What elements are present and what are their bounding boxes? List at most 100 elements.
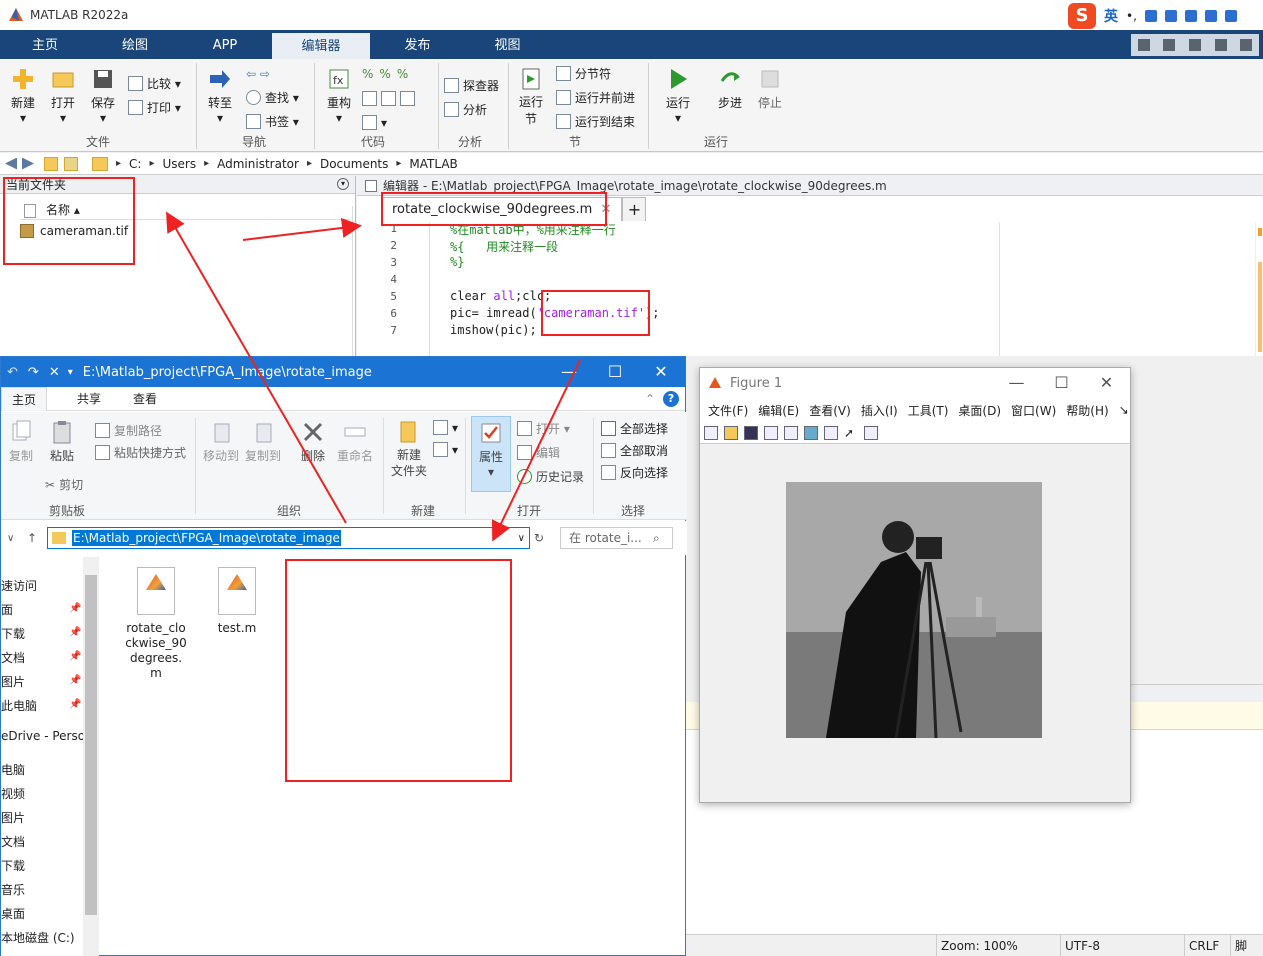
nav-item[interactable]: 此电脑: [1, 697, 37, 714]
history-button[interactable]: 历史记录: [517, 468, 584, 485]
mic-icon[interactable]: [1144, 10, 1157, 22]
delete-icon[interactable]: ✕: [49, 365, 60, 380]
nav-item[interactable]: 面: [1, 601, 13, 618]
up-arrow-icon[interactable]: ↑: [27, 531, 37, 545]
tab-view[interactable]: 视图: [470, 30, 545, 59]
cut-button[interactable]: ✂ 剪切: [45, 476, 83, 493]
copy-to-button[interactable]: 复制到: [243, 420, 283, 464]
find-button[interactable]: 查找 ▾: [246, 89, 299, 106]
property-editor-icon[interactable]: [864, 425, 878, 440]
tab-apps[interactable]: APP: [190, 30, 260, 59]
tab-plots[interactable]: 绘图: [100, 30, 170, 59]
code-line[interactable]: %{ 用来注释一段: [450, 238, 558, 255]
delete-button[interactable]: 删除: [297, 420, 329, 464]
back-icon[interactable]: [5, 157, 17, 170]
menu-file[interactable]: 文件(F): [708, 402, 748, 419]
nav-item[interactable]: 本地磁盘 (C:): [1, 929, 75, 946]
copy-icon[interactable]: [1188, 39, 1201, 51]
tab-home[interactable]: 主页: [10, 30, 80, 59]
nav-scroll-thumb[interactable]: [85, 575, 97, 915]
new-item-button[interactable]: ▾: [433, 420, 458, 435]
stop-button[interactable]: 停止: [752, 67, 788, 111]
menu-window[interactable]: 窗口(W): [1011, 402, 1056, 419]
easy-access-button[interactable]: ▾: [433, 442, 458, 457]
profiler-button[interactable]: 探查器: [444, 77, 499, 94]
menu-tools[interactable]: 工具(T): [908, 402, 949, 419]
panel-menu-icon[interactable]: ▾: [337, 178, 349, 190]
address-input[interactable]: E:\Matlab_project\FPGA_Image\rotate_imag…: [47, 527, 530, 549]
comment-tools[interactable]: %%%: [362, 67, 408, 81]
section-break-button[interactable]: 分节符: [556, 65, 611, 82]
open-button[interactable]: 打开 ▾: [46, 67, 80, 125]
cut-icon[interactable]: [1163, 39, 1176, 51]
new-folder-button[interactable]: 新建 文件夹: [387, 420, 431, 479]
history-dropdown-icon[interactable]: ∨: [518, 533, 525, 544]
collapse-ribbon-icon[interactable]: ⌃: [645, 392, 655, 406]
breadcrumb-item[interactable]: C:: [116, 157, 141, 171]
file-item[interactable]: rotate_clo ckwise_90 degrees. m: [123, 567, 189, 681]
open-button[interactable]: 打开 ▾: [517, 420, 570, 437]
menu-desktop[interactable]: 桌面(D): [958, 402, 1001, 419]
nav-item[interactable]: eDrive - Perso: [1, 729, 85, 743]
pointer-icon[interactable]: ➚: [844, 426, 858, 440]
maximize-button[interactable]: ☐: [592, 357, 638, 387]
bookmark-button[interactable]: 书签 ▾: [246, 113, 299, 130]
menu-insert[interactable]: 插入(I): [861, 402, 898, 419]
nav-item[interactable]: 下载: [1, 625, 25, 642]
paste-button[interactable]: 粘贴: [45, 420, 79, 464]
menu-help[interactable]: 帮助(H): [1066, 402, 1108, 419]
nav-item[interactable]: 下载: [1, 857, 25, 874]
redo-icon[interactable]: ↷: [28, 365, 39, 380]
skin-icon[interactable]: [1184, 10, 1197, 22]
up-folder-icon[interactable]: [44, 156, 58, 171]
new-figure-icon[interactable]: [704, 425, 718, 440]
nav-item[interactable]: 音乐: [1, 881, 25, 898]
print-button[interactable]: 打印 ▾: [128, 99, 181, 116]
compare-button[interactable]: 比较 ▾: [128, 75, 181, 92]
ime-language[interactable]: 英: [1104, 6, 1118, 26]
rename-button[interactable]: 重命名: [335, 420, 375, 464]
code-line[interactable]: %}: [450, 255, 464, 269]
indent-tools[interactable]: [362, 91, 419, 106]
breadcrumb-item[interactable]: Users: [149, 157, 196, 171]
copy-path-button[interactable]: 复制路径: [95, 422, 162, 439]
link-icon[interactable]: [784, 425, 798, 440]
move-to-button[interactable]: 移动到: [201, 420, 241, 464]
step-button[interactable]: 步进: [712, 67, 748, 111]
customize-icon[interactable]: ▾: [68, 367, 73, 378]
menu-view[interactable]: 查看(V): [809, 402, 851, 419]
grid-icon[interactable]: [1224, 10, 1237, 22]
new-button[interactable]: 新建 ▾: [6, 67, 40, 125]
game-icon[interactable]: [1204, 10, 1217, 22]
undo-icon[interactable]: [1240, 39, 1253, 51]
select-all-button[interactable]: 全部选择: [601, 420, 668, 437]
run-advance-button[interactable]: 运行并前进: [556, 89, 635, 106]
new-tab-button[interactable]: +: [622, 197, 647, 221]
legend-icon[interactable]: [824, 425, 838, 440]
print-icon[interactable]: [764, 425, 778, 440]
nav-item[interactable]: 桌面: [1, 905, 25, 922]
properties-button[interactable]: 属性 ▾: [471, 416, 511, 492]
nav-item[interactable]: 文档: [1, 649, 25, 666]
paste-icon[interactable]: [1214, 39, 1227, 51]
close-button[interactable]: ✕: [638, 357, 684, 387]
save-icon[interactable]: [744, 425, 758, 440]
refresh-icon[interactable]: ↻: [534, 531, 544, 545]
menu-edit[interactable]: 编辑(E): [758, 402, 799, 419]
nav-item[interactable]: 电脑: [1, 761, 25, 778]
run-button[interactable]: 运行 ▾: [660, 67, 696, 125]
breadcrumb-item[interactable]: MATLAB: [396, 157, 457, 171]
tab-editor[interactable]: 编辑器: [272, 33, 370, 59]
nav-item[interactable]: 视频: [1, 785, 25, 802]
code-line[interactable]: clear all;clc;: [450, 289, 551, 303]
goto-button[interactable]: 转至 ▾: [202, 67, 238, 125]
nav-item[interactable]: 文档: [1, 833, 25, 850]
browse-folder-icon[interactable]: [64, 156, 78, 171]
undo-icon[interactable]: ↶: [7, 365, 18, 380]
back-forward[interactable]: ⇦ ⇨: [246, 67, 270, 81]
save-button[interactable]: 保存 ▾: [86, 67, 120, 125]
file-item[interactable]: test.m: [209, 567, 265, 636]
nav-item[interactable]: 图片: [1, 809, 25, 826]
run-to-end-button[interactable]: 运行到结束: [556, 113, 635, 130]
help-icon[interactable]: ?: [663, 390, 679, 407]
